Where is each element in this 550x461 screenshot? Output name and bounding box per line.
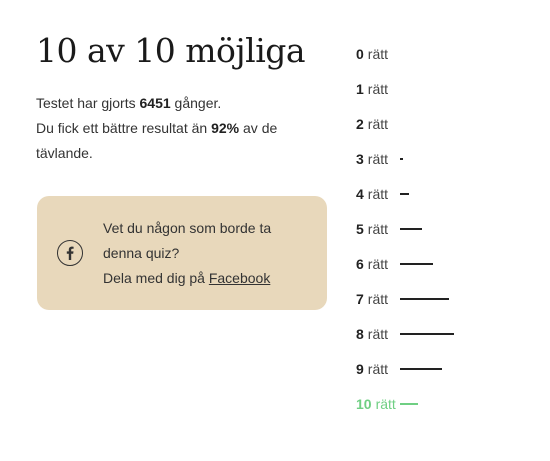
score-distribution: 0 rätt 1 rätt 2 rätt 3 rätt 4 rätt 5 rätt 6 rätt 7 rätt… [356,36,536,421]
distribution-row: 10 rätt [356,386,536,421]
score-number: 8 [356,325,364,342]
distribution-row: 8 rätt [356,316,536,351]
share-text: Vet du någon som borde ta denna quiz? De… [103,216,303,291]
score-share-bar [400,193,409,195]
distribution-row: 3 rätt [356,141,536,176]
score-unit-label: rätt [367,150,389,167]
distribution-row: 7 rätt [356,281,536,316]
score-unit-label: rätt [367,255,389,272]
score-share-bar [400,158,403,160]
score-share-bar [400,228,422,230]
score-unit-label: rätt [367,185,389,202]
distribution-row: 6 rätt [356,246,536,281]
times-taken: 6451 [139,95,171,111]
result-title: 10 av 10 möjliga [36,31,306,70]
score-number: 1 [356,80,364,97]
better-prefix: Du fick ett bättre resultat än [36,120,212,136]
score-number: 5 [356,220,364,237]
better-percent: 92% [211,120,240,136]
score-number: 3 [356,150,364,167]
distribution-row: 1 rätt [356,71,536,106]
facebook-icon[interactable] [57,240,83,266]
score-number: 2 [356,115,364,132]
score-unit-label: rätt [367,45,389,62]
score-unit-label: rätt [367,360,389,377]
score-unit-label: rätt [367,80,389,97]
distribution-row: 9 rätt [356,351,536,386]
stats-prefix: Testet har gjorts [36,95,140,111]
score-share-bar [400,333,454,335]
score-unit-label: rätt [375,395,396,412]
share-box: Vet du någon som borde ta denna quiz? De… [37,196,327,310]
score-number: 4 [356,185,364,202]
facebook-glyph [66,246,74,260]
score-unit-label: rätt [367,290,389,307]
score-share-bar [400,298,449,300]
result-stats: Testet har gjorts 6451 gånger. Du fick e… [36,91,296,166]
score-unit-label: rätt [367,115,389,132]
share-prefix: Dela med dig på [103,270,209,286]
score-number: 10 [356,395,372,412]
score-number: 0 [356,45,364,62]
score-unit-label: rätt [367,325,389,342]
stats-suffix: gånger. [170,95,222,111]
share-question: Vet du någon som borde ta denna quiz? [103,220,272,261]
facebook-link[interactable]: Facebook [209,270,270,286]
score-number: 6 [356,255,364,272]
distribution-row: 0 rätt [356,36,536,71]
distribution-row: 2 rätt [356,106,536,141]
score-share-bar [400,263,433,265]
score-number: 9 [356,360,364,377]
score-unit-label: rätt [367,220,389,237]
distribution-row: 5 rätt [356,211,536,246]
score-share-bar [400,403,418,405]
distribution-row: 4 rätt [356,176,536,211]
score-number: 7 [356,290,364,307]
score-share-bar [400,368,442,370]
